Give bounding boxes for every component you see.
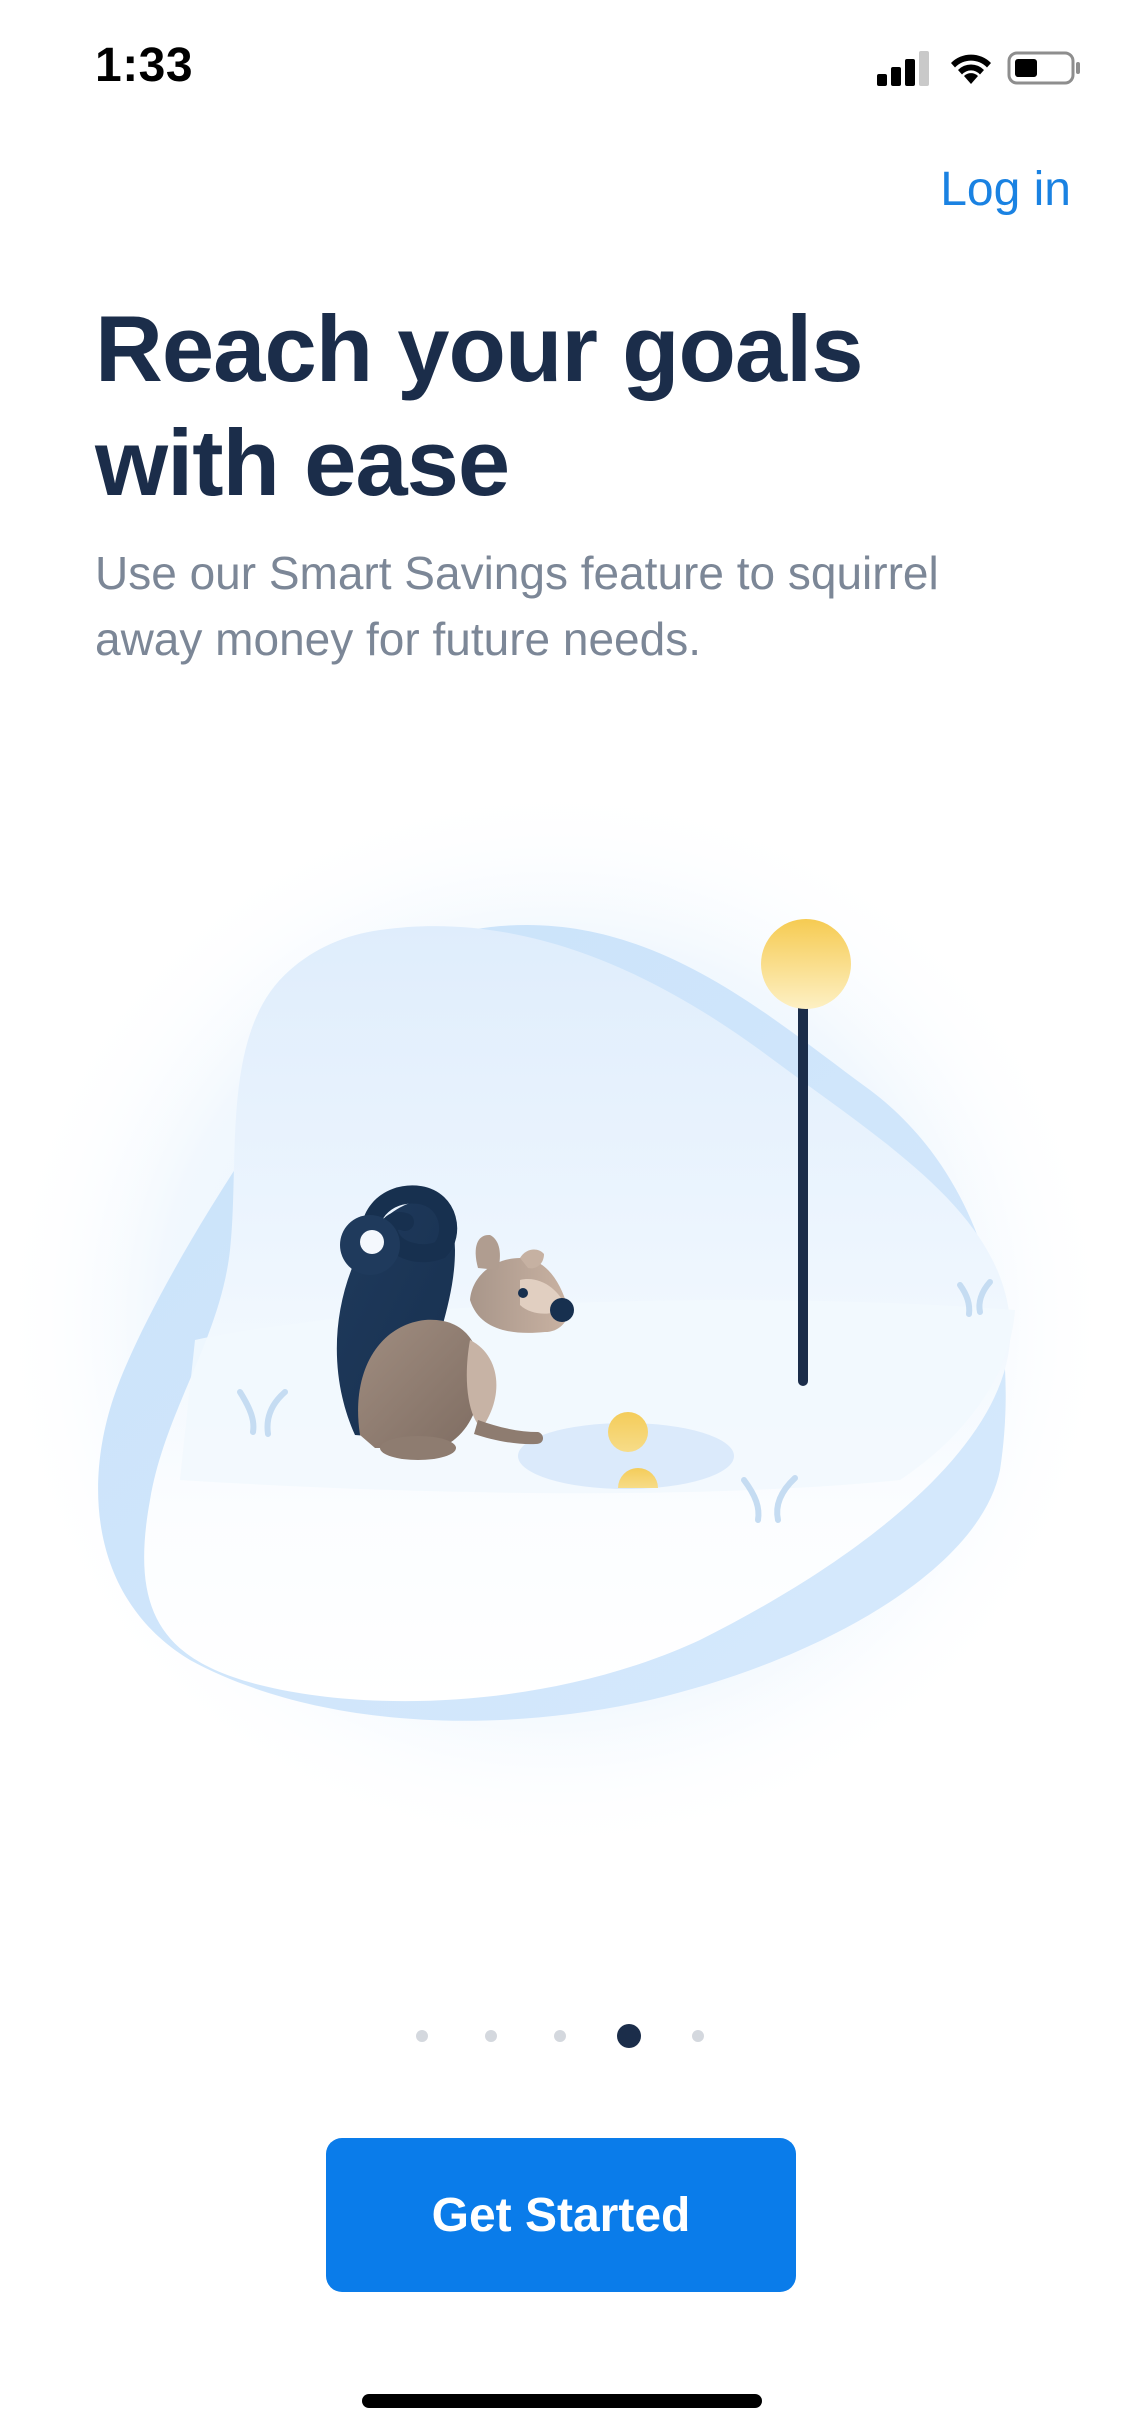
status-icons: [877, 48, 1080, 92]
page-dot[interactable]: [692, 2030, 704, 2042]
home-indicator[interactable]: [362, 2394, 762, 2408]
page-dot-active[interactable]: [617, 2024, 641, 2048]
status-bar: 1:33: [0, 0, 1125, 140]
signal-icon: [877, 51, 929, 86]
login-link[interactable]: Log in: [940, 162, 1071, 217]
page-indicator: [0, 2016, 1125, 2056]
page-title: Reach your goals with ease: [95, 296, 864, 515]
get-started-button[interactable]: Get Started: [326, 2138, 796, 2292]
sun-icon: [761, 919, 851, 1009]
page-dot[interactable]: [485, 2030, 497, 2042]
coin-icon: [608, 1412, 648, 1452]
pole: [798, 1000, 808, 1386]
squirrel-illustration: [0, 780, 1115, 1860]
status-time: 1:33: [95, 39, 194, 92]
wifi-icon: [951, 54, 991, 84]
page-subtitle: Use our Smart Savings feature to squirre…: [95, 547, 939, 665]
page-dot[interactable]: [554, 2030, 566, 2042]
page-dot[interactable]: [416, 2030, 428, 2042]
battery-icon: [1007, 51, 1080, 85]
